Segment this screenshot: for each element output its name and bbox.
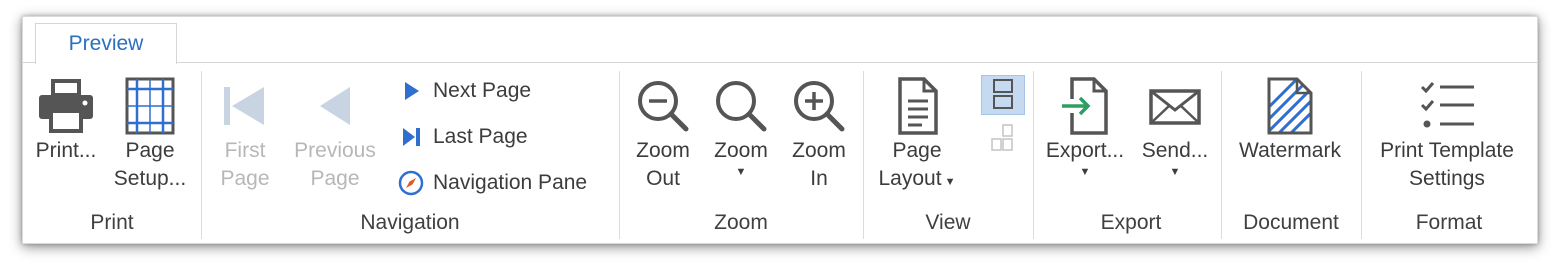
zoom-in-label-2: In [810, 167, 828, 190]
page-setup-button[interactable]: Page Setup... [111, 75, 189, 193]
zoom-in-icon [794, 81, 845, 132]
single-page-view-toggle[interactable] [981, 75, 1025, 115]
previous-page-label-1: Previous [294, 139, 376, 162]
group-label-print: Print [90, 211, 134, 234]
first-page-icon [224, 87, 264, 125]
zoom-in-label-1: Zoom [792, 139, 846, 162]
zoom-label: Zoom [714, 139, 768, 162]
single-page-view-icon [993, 79, 1013, 109]
envelope-icon [1149, 89, 1201, 125]
tab-preview[interactable]: Preview [35, 23, 177, 64]
page-setup-label-2: Setup... [113, 167, 187, 190]
zoom-in-button[interactable]: Zoom In [783, 75, 855, 193]
next-page-button[interactable]: Next Page [397, 77, 531, 105]
zoom-button[interactable]: Zoom ▼ [705, 75, 777, 179]
magnifier-icon [716, 81, 767, 132]
zoom-out-label-1: Zoom [636, 139, 690, 162]
print-template-label-2: Settings [1409, 167, 1485, 190]
multi-page-view-toggle[interactable] [981, 121, 1025, 161]
next-page-label: Next Page [433, 79, 532, 102]
zoom-out-button[interactable]: Zoom Out [627, 75, 699, 193]
compass-icon [398, 170, 424, 196]
export-label: Export... [1045, 139, 1125, 162]
group-label-zoom: Zoom [714, 211, 768, 234]
printer-icon [39, 79, 93, 133]
checklist-icon [1420, 82, 1474, 128]
watermark-button[interactable]: Watermark [1229, 75, 1351, 165]
page-layout-label-2: Layout ▼ [878, 167, 956, 190]
send-button[interactable]: Send... ▼ [1133, 75, 1217, 179]
page-setup-icon [125, 77, 175, 135]
zoom-out-icon [638, 81, 689, 132]
page-layout-label-1: Page [892, 139, 942, 162]
group-label-format: Format [1415, 211, 1483, 234]
page-layout-icon [898, 77, 938, 135]
print-template-settings-button[interactable]: Print Template Settings [1367, 75, 1527, 193]
previous-page-label-2: Page [310, 167, 360, 190]
next-page-icon [405, 82, 419, 100]
ribbon-window: Preview Print... Page Setup... Print Fir… [22, 16, 1538, 244]
print-template-label-1: Print Template [1380, 139, 1514, 162]
previous-page-button[interactable]: Previous Page [287, 75, 383, 193]
watermark-label: Watermark [1239, 139, 1341, 162]
group-label-document: Document [1243, 211, 1339, 234]
chevron-down-icon: ▼ [1079, 166, 1091, 178]
page-setup-label-1: Page [125, 139, 175, 162]
group-label-view: View [925, 211, 971, 234]
group-label-export: Export [1100, 211, 1162, 234]
watermark-icon [1267, 77, 1313, 135]
last-page-icon [403, 128, 420, 146]
navigation-pane-button[interactable]: Navigation Pane [397, 169, 587, 197]
ribbon: Print... Page Setup... Print First Page … [23, 63, 1537, 245]
group-label-navigation: Navigation [360, 211, 460, 234]
zoom-out-label-2: Out [646, 167, 680, 190]
export-button[interactable]: Export... ▼ [1039, 75, 1131, 179]
first-page-button[interactable]: First Page [211, 75, 279, 193]
page-layout-button[interactable]: Page Layout ▼ [871, 75, 963, 196]
last-page-button[interactable]: Last Page [397, 123, 528, 151]
last-page-label: Last Page [433, 125, 528, 148]
multi-page-view-icon [991, 124, 1013, 151]
send-label: Send... [1141, 139, 1209, 162]
first-page-label-2: Page [220, 167, 270, 190]
tab-strip: Preview [23, 17, 1537, 64]
export-icon [1062, 77, 1108, 135]
print-button-label: Print... [35, 139, 97, 162]
first-page-label-1: First [224, 139, 266, 162]
chevron-down-icon: ▼ [735, 166, 747, 178]
previous-page-icon [320, 87, 350, 125]
chevron-down-icon: ▼ [1169, 166, 1181, 178]
print-button[interactable]: Print... [29, 75, 103, 165]
navigation-pane-label: Navigation Pane [433, 171, 588, 194]
